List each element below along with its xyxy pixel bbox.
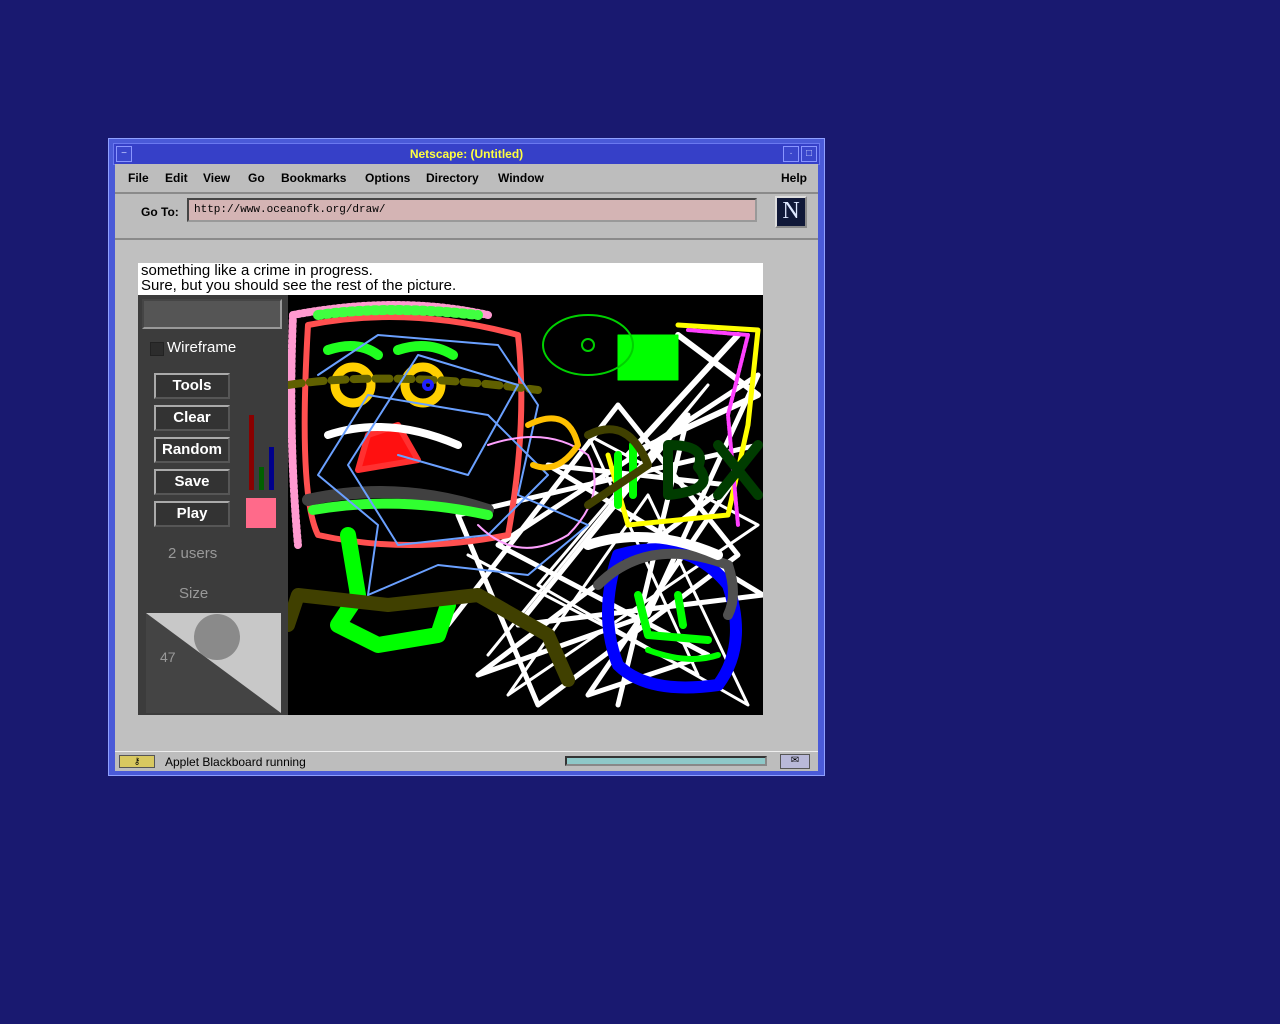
menu-window[interactable]: Window — [498, 171, 544, 185]
menu-bookmarks[interactable]: Bookmarks — [281, 171, 346, 185]
page-caption: something like a crime in progress. Sure… — [138, 263, 763, 295]
drawing-canvas[interactable] — [288, 295, 763, 715]
clear-button[interactable]: Clear — [154, 405, 230, 431]
users-count: 2 users — [168, 545, 218, 562]
browser-window: − Netscape: (Untitled) · □ File Edit Vie… — [108, 138, 825, 776]
red-slider[interactable] — [249, 415, 254, 490]
netscape-logo[interactable]: N — [775, 196, 807, 228]
menu-file[interactable]: File — [128, 171, 149, 185]
size-label: Size — [179, 585, 209, 602]
url-field[interactable]: http://www.oceanofk.org/draw/ — [187, 198, 757, 222]
blue-slider[interactable] — [269, 447, 274, 490]
menu-view[interactable]: View — [203, 171, 230, 185]
size-value: 47 — [160, 649, 176, 665]
menu-directory[interactable]: Directory — [426, 171, 479, 185]
tool-panel: Wireframe Tools Clear Random Save Play 2… — [138, 295, 288, 715]
menu-help[interactable]: Help — [781, 171, 807, 185]
tools-button[interactable]: Tools — [154, 373, 230, 399]
caption-line-2: Sure, but you should see the rest of the… — [141, 277, 457, 294]
color-swatch — [246, 498, 276, 528]
browser-chrome: File Edit View Go Bookmarks Options Dire… — [115, 164, 818, 751]
menu-bar: File Edit View Go Bookmarks Options Dire… — [115, 164, 818, 194]
name-input[interactable] — [142, 299, 282, 329]
progress-bar — [565, 756, 767, 766]
mail-icon[interactable]: ✉ — [780, 754, 810, 769]
play-button[interactable]: Play — [154, 501, 230, 527]
wireframe-checkbox[interactable] — [150, 342, 164, 356]
menu-options[interactable]: Options — [365, 171, 410, 185]
status-bar: ⚷ Applet Blackboard running ✉ — [115, 751, 818, 771]
status-text: Applet Blackboard running — [165, 755, 306, 769]
save-button[interactable]: Save — [154, 469, 230, 495]
menu-edit[interactable]: Edit — [165, 171, 188, 185]
random-button[interactable]: Random — [154, 437, 230, 463]
caption-line-1: something like a crime in progress. — [141, 262, 373, 279]
wireframe-label: Wireframe — [167, 339, 237, 356]
location-bar: Go To: http://www.oceanofk.org/draw/ N — [115, 194, 818, 240]
window-title: Netscape: (Untitled) — [409, 147, 524, 161]
menu-go[interactable]: Go — [248, 171, 265, 185]
blackboard-applet: Wireframe Tools Clear Random Save Play 2… — [138, 295, 763, 715]
title-bar[interactable]: − Netscape: (Untitled) · □ — [113, 143, 820, 165]
minimize-button[interactable]: · — [783, 146, 799, 162]
maximize-button[interactable]: □ — [801, 146, 817, 162]
security-key-icon[interactable]: ⚷ — [119, 755, 155, 768]
page-content: something like a crime in progress. Sure… — [115, 240, 818, 751]
goto-label: Go To: — [141, 205, 179, 219]
green-slider[interactable] — [259, 467, 264, 490]
